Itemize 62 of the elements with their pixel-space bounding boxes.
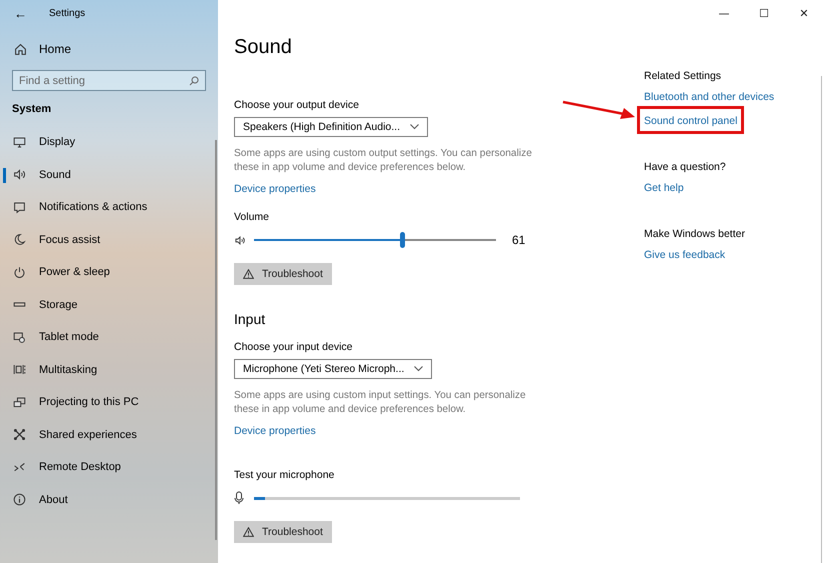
troubleshoot-button[interactable]: Troubleshoot (234, 263, 332, 285)
output-device-dropdown[interactable]: Speakers (High Definition Audio... (234, 117, 428, 137)
group-heading: Make Windows better (644, 228, 745, 240)
field-label: Test your microphone (234, 469, 336, 481)
window-control-button[interactable]: ☐ (744, 0, 784, 26)
field-label: Choose your input device (234, 341, 354, 353)
info-text: Some apps are using custom input settings. You can personalize these in app volume and device preferences below. (234, 389, 527, 417)
home-icon (14, 42, 27, 56)
sidebar-item-icon (13, 363, 26, 376)
related-link[interactable]: Bluetooth and other devices (644, 89, 774, 105)
sidebar-item-icon (13, 330, 26, 344)
chevron-icon (410, 124, 420, 130)
sidebar-item-icon (13, 396, 26, 409)
volume-reading: 61 (512, 233, 526, 247)
chevron-icon (414, 366, 424, 372)
sidebar-item[interactable]: Power & sleep (0, 256, 218, 288)
home-nav-item[interactable]: Home (14, 36, 218, 62)
sidebar-item-icon (13, 233, 26, 246)
window-control-button[interactable]: ✕ (784, 0, 824, 26)
field-label: Volume (234, 211, 270, 223)
sidebar-item[interactable]: Tablet mode (0, 321, 218, 354)
sidebar-item[interactable]: Notifications & actions (0, 191, 218, 224)
sidebar-item[interactable]: Shared experiences (0, 418, 218, 451)
sidebar-item[interactable]: Focus assist (0, 224, 218, 256)
sidebar-item-icon (13, 168, 26, 182)
search-icon (189, 76, 199, 86)
slider-thumb[interactable] (400, 232, 405, 248)
speaker-icon (234, 234, 246, 246)
sidebar-item[interactable]: Display (0, 126, 218, 158)
back-button[interactable]: ← (12, 6, 29, 20)
info-text: Some apps are using custom output settings. You can personalize these in app volume and device preferences below. (234, 147, 533, 175)
microphone-icon (234, 491, 244, 505)
sidebar-item[interactable]: Multitasking (0, 354, 218, 386)
warning-icon (243, 527, 254, 537)
sidebar-item-icon (13, 266, 26, 279)
device-properties-link[interactable]: Device properties (234, 425, 316, 437)
sidebar-item-icon (13, 493, 26, 506)
search-field[interactable]: Find a setting (12, 70, 206, 91)
sidebar-item[interactable]: Sound (0, 158, 218, 191)
related-link[interactable]: Get help (644, 180, 684, 196)
sidebar-item-icon (13, 428, 26, 442)
group-heading: Have a question? (644, 161, 726, 173)
field-label: Choose your output device (234, 99, 360, 111)
sidebar-item[interactable]: About (0, 484, 218, 516)
group-heading: Related Settings (644, 70, 722, 82)
sidebar-item-icon (13, 136, 26, 149)
sidebar-item[interactable]: Projecting to this PC (0, 386, 218, 418)
page-title: Sound (234, 36, 293, 59)
sidebar-item[interactable]: Remote Desktop (0, 451, 218, 484)
warning-icon (243, 269, 254, 279)
sidebar-item-icon (13, 200, 26, 214)
window-title: Settings (49, 8, 86, 18)
sidebar-item[interactable]: Storage (0, 288, 218, 321)
section-heading: Input (234, 311, 266, 327)
related-link[interactable]: Give us feedback (644, 247, 726, 263)
related-link[interactable]: Sound control panel (644, 113, 738, 129)
window-control-button[interactable]: — (704, 0, 744, 26)
troubleshoot-button[interactable]: Troubleshoot (234, 521, 332, 543)
input-device-dropdown[interactable]: Microphone (Yeti Stereo Microph... (234, 359, 432, 379)
section-heading: System (12, 103, 52, 115)
device-properties-link[interactable]: Device properties (234, 183, 316, 195)
sidebar-item-icon (13, 460, 26, 474)
